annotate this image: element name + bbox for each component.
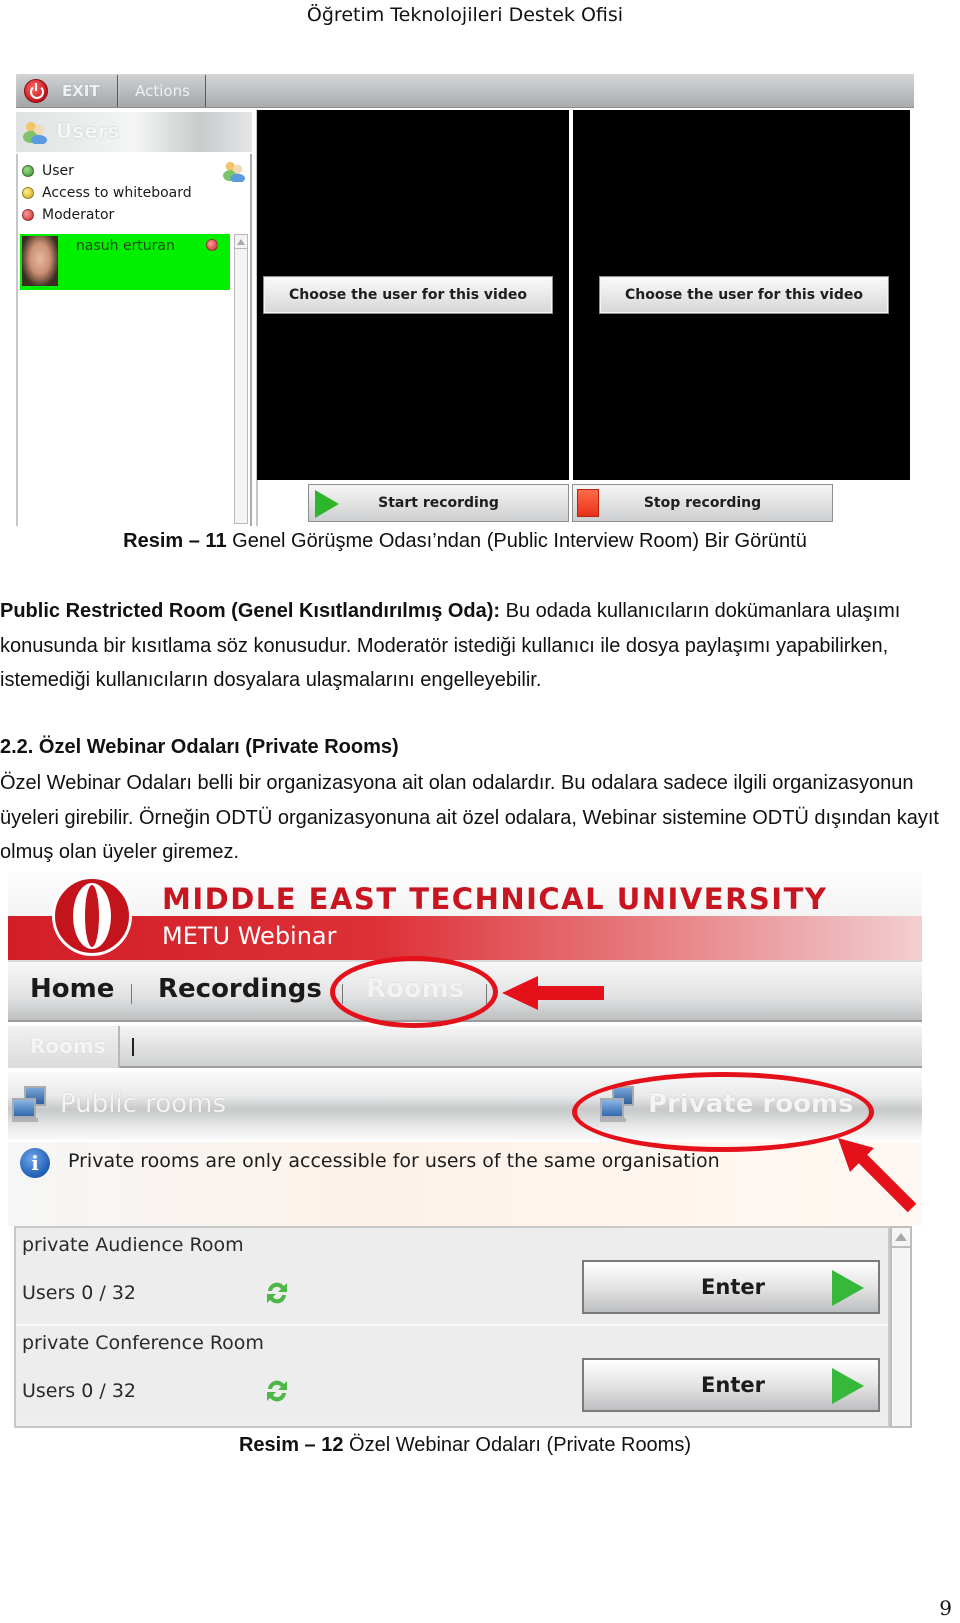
stop-icon — [577, 489, 599, 517]
play-arrow-icon — [832, 1270, 864, 1306]
legend-item-whiteboard: Access to whiteboard — [22, 182, 192, 204]
tab-label: Public rooms — [60, 1089, 227, 1119]
app-name: METU Webinar — [162, 922, 337, 950]
figure-12-caption: Resim – 12 Özel Webinar Odaları (Private… — [0, 1434, 930, 1457]
page-number: 9 — [939, 1596, 952, 1620]
choose-user-button[interactable]: Choose the user for this video — [599, 276, 889, 314]
restricted-room-title: Public Restricted Room (Genel Kısıtlandı… — [0, 600, 501, 622]
info-bar: i Private rooms are only accessible for … — [8, 1142, 922, 1226]
nav-recordings[interactable]: Recordings — [158, 974, 322, 1004]
subnav-rooms[interactable]: Rooms — [8, 1026, 120, 1068]
avatar — [22, 236, 58, 286]
scroll-up-icon[interactable] — [235, 235, 247, 249]
green-status-icon — [22, 165, 34, 177]
stop-recording-button[interactable]: Stop recording — [572, 484, 833, 522]
sub-nav: Rooms — [8, 1026, 922, 1068]
users-scrollbar[interactable] — [234, 234, 248, 524]
toolbar: EXIT Actions — [16, 74, 914, 108]
scroll-up-icon[interactable] — [892, 1228, 910, 1248]
refresh-icon[interactable] — [262, 1376, 292, 1406]
nav-home[interactable]: Home — [30, 974, 114, 1004]
play-icon — [315, 490, 339, 518]
user-list-item[interactable]: nasuh erturan — [20, 234, 230, 290]
caption-text: Genel Görüşme Odası’ndan (Public Intervi… — [226, 530, 807, 552]
user-role-legend: User Access to whiteboard Moderator — [22, 160, 192, 226]
users-title: Users — [56, 119, 120, 143]
caption-label: Resim – 11 — [123, 530, 227, 552]
group-users-icon[interactable] — [222, 160, 246, 182]
tab-public-rooms[interactable]: Public rooms — [12, 1086, 226, 1122]
actions-button[interactable]: Actions — [120, 75, 206, 107]
computers-icon — [12, 1086, 50, 1122]
stop-recording-label: Stop recording — [643, 495, 762, 511]
info-text: Private rooms are only accessible for us… — [68, 1150, 720, 1172]
start-recording-label: Start recording — [378, 495, 499, 511]
subnav-separator — [132, 1038, 134, 1056]
users-header: Users — [16, 112, 252, 152]
highlight-ellipse-rooms-nav — [330, 956, 498, 1028]
red-status-icon — [22, 209, 34, 221]
restricted-room-paragraph: Public Restricted Room (Genel Kısıtlandı… — [0, 594, 940, 698]
private-rooms-paragraph: Özel Webinar Odaları belli bir organizas… — [0, 772, 939, 863]
room-list-item: private Conference Room Users 0 / 32 Ent… — [16, 1324, 888, 1418]
room-name: private Conference Room — [22, 1332, 264, 1354]
users-icon — [23, 122, 47, 144]
moderator-status-icon — [206, 239, 218, 251]
room-name: private Audience Room — [22, 1234, 244, 1256]
refresh-icon[interactable] — [262, 1278, 292, 1308]
page-header: Öğretim Teknolojileri Destek Ofisi — [306, 4, 624, 26]
choose-user-button[interactable]: Choose the user for this video — [263, 276, 553, 314]
caption-text: Özel Webinar Odaları (Private Rooms) — [343, 1434, 692, 1456]
university-name: MIDDLE EAST TECHNICAL UNIVERSITY — [162, 882, 828, 916]
legend-label: Access to whiteboard — [42, 185, 192, 201]
metu-webinar-screenshot: MIDDLE EAST TECHNICAL UNIVERSITY METU We… — [8, 872, 922, 1428]
users-panel: User Access to whiteboard Moderator nasu… — [16, 154, 252, 526]
highlight-ellipse-private-rooms — [572, 1072, 874, 1152]
enter-room-button[interactable]: Enter — [582, 1358, 880, 1412]
exit-label: EXIT — [62, 82, 100, 100]
user-name: nasuh erturan — [76, 238, 175, 254]
section-heading: 2.2. Özel Webinar Odaları (Private Rooms… — [0, 736, 399, 758]
figure-11-caption: Resim – 11 Genel Görüşme Odası’ndan (Pub… — [0, 530, 930, 553]
enter-room-button[interactable]: Enter — [582, 1260, 880, 1314]
interview-room-screenshot: EXIT Actions Users User Access to whiteb… — [16, 74, 914, 526]
banner-red — [8, 916, 922, 960]
room-list-item: private Audience Room Users 0 / 32 Enter — [16, 1228, 888, 1322]
legend-label: User — [42, 163, 74, 179]
metu-logo-icon — [52, 876, 132, 956]
video-slot-2: Choose the user for this video — [573, 110, 910, 480]
play-arrow-icon — [832, 1368, 864, 1404]
nav-separator — [131, 984, 132, 1004]
start-recording-button[interactable]: Start recording — [308, 484, 569, 522]
room-user-count: Users 0 / 32 — [22, 1380, 136, 1402]
legend-item-moderator: Moderator — [22, 204, 192, 226]
caption-label: Resim – 12 — [238, 1434, 344, 1456]
legend-label: Moderator — [42, 207, 115, 223]
info-icon: i — [20, 1148, 50, 1178]
video-slot-1: Choose the user for this video — [257, 110, 569, 480]
exit-button[interactable]: EXIT — [18, 75, 118, 107]
room-user-count: Users 0 / 32 — [22, 1282, 136, 1304]
room-list-scrollbar[interactable] — [890, 1226, 912, 1428]
power-icon — [24, 79, 48, 103]
room-list: private Audience Room Users 0 / 32 Enter… — [14, 1226, 890, 1428]
legend-item-user: User — [22, 160, 192, 182]
yellow-status-icon — [22, 187, 34, 199]
